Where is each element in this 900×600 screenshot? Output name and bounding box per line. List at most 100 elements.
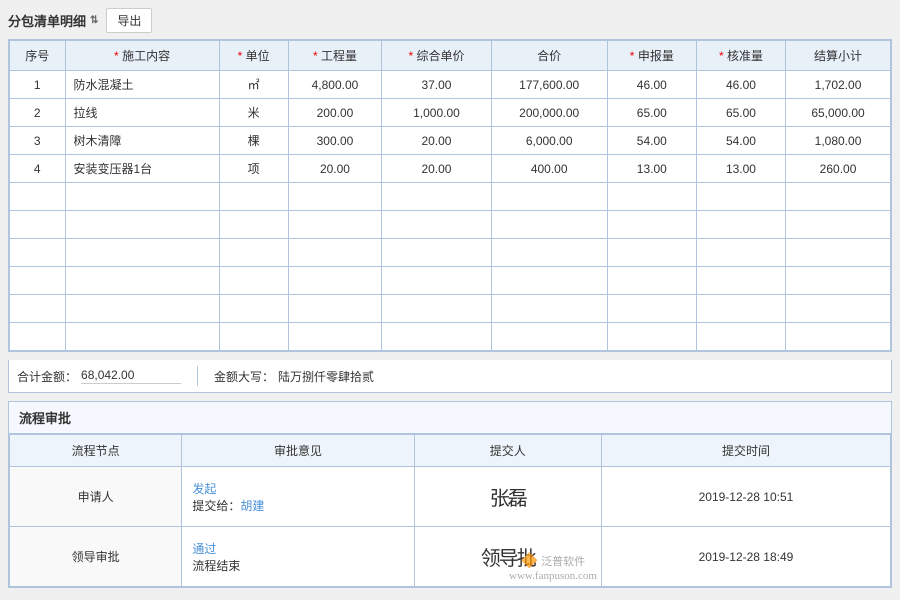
empty-cell <box>607 295 696 323</box>
total-label: 合计金额： <box>17 368 77 385</box>
export-button[interactable]: 导出 <box>106 8 152 33</box>
cell-unit: 棵 <box>219 127 288 155</box>
empty-row <box>10 295 891 323</box>
empty-cell <box>491 295 607 323</box>
th-declared: * 申报量 <box>607 41 696 71</box>
th-seq: 序号 <box>10 41 66 71</box>
cell-subtotal: 1,702.00 <box>786 71 891 99</box>
empty-cell <box>786 295 891 323</box>
wf-sig-2: 领导批 🔶 泛普软件 www.fanpuson.com <box>414 527 601 587</box>
empty-row <box>10 267 891 295</box>
amount-value: 陆万捌仟零肆拾贰 <box>278 368 883 385</box>
empty-cell <box>65 183 219 211</box>
empty-cell <box>607 211 696 239</box>
empty-row <box>10 183 891 211</box>
empty-cell <box>288 239 382 267</box>
empty-cell <box>696 323 785 351</box>
amount-label: 金额大写： <box>214 368 274 385</box>
empty-cell <box>10 183 66 211</box>
empty-cell <box>65 295 219 323</box>
th-content: * 施工内容 <box>65 41 219 71</box>
th-subtotal: 结算小计 <box>786 41 891 71</box>
empty-cell <box>786 211 891 239</box>
empty-cell <box>607 183 696 211</box>
cell-unitprice: 1,000.00 <box>382 99 491 127</box>
sort-icon: ⇅ <box>90 15 98 26</box>
main-table-wrapper: 序号 * 施工内容 * 单位 * 工程量 * 综合单价 合价 * 申报量 * 核… <box>8 39 892 352</box>
wf-th-time: 提交时间 <box>601 435 890 467</box>
summary-divider <box>197 366 198 386</box>
empty-row <box>10 323 891 351</box>
wf-th-submitter: 提交人 <box>414 435 601 467</box>
th-unit: * 单位 <box>219 41 288 71</box>
empty-cell <box>10 323 66 351</box>
cell-content: 树木清障 <box>65 127 219 155</box>
wf-opinion-1: 发起 提交给：胡建 <box>182 467 414 527</box>
empty-cell <box>288 183 382 211</box>
cell-seq: 1 <box>10 71 66 99</box>
cell-declared: 65.00 <box>607 99 696 127</box>
cell-approved: 65.00 <box>696 99 785 127</box>
empty-cell <box>10 295 66 323</box>
empty-cell <box>382 183 491 211</box>
empty-cell <box>10 267 66 295</box>
workflow-header-row: 流程节点 审批意见 提交人 提交时间 <box>10 435 891 467</box>
main-table: 序号 * 施工内容 * 单位 * 工程量 * 综合单价 合价 * 申报量 * 核… <box>9 40 891 351</box>
watermark-url: www.fanpuson.com <box>509 570 597 582</box>
wf-opinion-end: 流程结束 <box>192 557 403 574</box>
cell-unitprice: 37.00 <box>382 71 491 99</box>
empty-cell <box>219 323 288 351</box>
cell-unitprice: 20.00 <box>382 127 491 155</box>
summary-row: 合计金额： 68,042.00 金额大写： 陆万捌仟零肆拾贰 <box>8 360 892 393</box>
wf-link-person[interactable]: 胡建 <box>240 499 264 513</box>
wf-link-pass[interactable]: 通过 <box>192 542 216 556</box>
cell-unit: 项 <box>219 155 288 183</box>
watermark-logo: 🔶 <box>521 554 538 569</box>
empty-cell <box>491 183 607 211</box>
empty-cell <box>382 295 491 323</box>
empty-cell <box>696 295 785 323</box>
empty-cell <box>219 267 288 295</box>
empty-cell <box>491 323 607 351</box>
wf-time-1: 2019-12-28 10:51 <box>601 467 890 527</box>
cell-total: 177,600.00 <box>491 71 607 99</box>
th-quantity: * 工程量 <box>288 41 382 71</box>
workflow-row-1: 申请人 发起 提交给：胡建 张磊 2019-12-28 10:51 <box>10 467 891 527</box>
cell-total: 6,000.00 <box>491 127 607 155</box>
cell-subtotal: 1,080.00 <box>786 127 891 155</box>
empty-cell <box>491 211 607 239</box>
table-row: 4 安装变压器1台 项 20.00 20.00 400.00 13.00 13.… <box>10 155 891 183</box>
empty-cell <box>288 295 382 323</box>
empty-cell <box>65 239 219 267</box>
workflow-section: 流程审批 流程节点 审批意见 提交人 提交时间 申请人 发起 <box>8 401 892 588</box>
empty-cell <box>10 239 66 267</box>
wf-time-2: 2019-12-28 18:49 <box>601 527 890 587</box>
empty-cell <box>696 211 785 239</box>
empty-cell <box>696 239 785 267</box>
empty-cell <box>65 267 219 295</box>
cell-seq: 2 <box>10 99 66 127</box>
cell-quantity: 4,800.00 <box>288 71 382 99</box>
cell-quantity: 300.00 <box>288 127 382 155</box>
empty-cell <box>382 239 491 267</box>
cell-declared: 13.00 <box>607 155 696 183</box>
wf-opinion-pass: 通过 <box>192 540 403 557</box>
cell-content: 拉线 <box>65 99 219 127</box>
empty-cell <box>786 239 891 267</box>
empty-cell <box>786 183 891 211</box>
workflow-table: 流程节点 审批意见 提交人 提交时间 申请人 发起 提交给：胡建 <box>9 434 891 587</box>
cell-total: 400.00 <box>491 155 607 183</box>
wf-node-2: 领导审批 <box>10 527 182 587</box>
signature-1: 张磊 <box>490 488 526 510</box>
cell-approved: 54.00 <box>696 127 785 155</box>
empty-cell <box>786 323 891 351</box>
empty-cell <box>219 211 288 239</box>
th-total: 合价 <box>491 41 607 71</box>
wf-link-start[interactable]: 发起 <box>192 482 216 496</box>
cell-quantity: 200.00 <box>288 99 382 127</box>
cell-declared: 46.00 <box>607 71 696 99</box>
wf-th-node: 流程节点 <box>10 435 182 467</box>
cell-seq: 3 <box>10 127 66 155</box>
cell-approved: 46.00 <box>696 71 785 99</box>
empty-cell <box>65 211 219 239</box>
